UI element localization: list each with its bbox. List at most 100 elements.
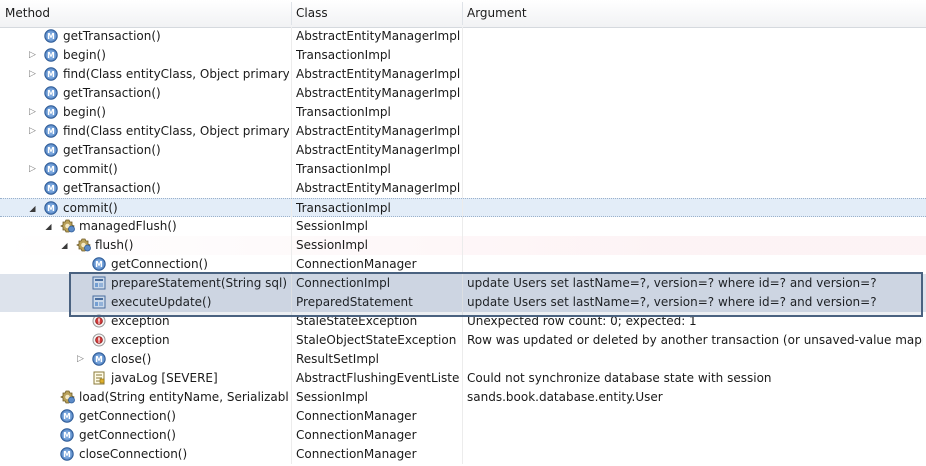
method-icon: M: [44, 86, 58, 100]
method-icon: M: [44, 162, 58, 176]
method-cell: getTransaction(): [63, 181, 161, 195]
cell-divider: [462, 199, 463, 218]
cell-divider: [462, 217, 463, 236]
tree-row[interactable]: ▷ Mbegin() TransactionImpl: [0, 46, 926, 65]
method-cell: javaLog [SEVERE]: [111, 371, 218, 385]
cell-divider: [462, 236, 463, 255]
cell-divider: [291, 179, 292, 198]
tree-row[interactable]: ▷ Mcommit() TransactionImpl: [0, 160, 926, 179]
svg-text:M: M: [47, 204, 54, 213]
highlight-box: [69, 272, 923, 317]
gear-method-icon: [60, 390, 75, 404]
cell-divider: [462, 84, 463, 103]
cell-divider: [462, 426, 463, 445]
class-cell: ConnectionManager: [296, 447, 417, 461]
tree-row[interactable]: MgetTransaction() AbstractEntityManagerIm…: [0, 141, 926, 160]
cell-divider: [462, 388, 463, 407]
argument-cell: [467, 199, 923, 218]
svg-text:M: M: [63, 412, 70, 421]
tree-row[interactable]: ◢ flush() SessionImpl: [0, 236, 926, 255]
column-header-class[interactable]: Class: [291, 0, 462, 27]
method-cell: begin(): [63, 48, 106, 62]
cell-divider: [462, 350, 463, 369]
cell-divider: [291, 122, 292, 141]
cell-divider: [462, 331, 463, 350]
tree-row[interactable]: ▷ Mfind(Class entityClass, Object primary…: [0, 122, 926, 141]
method-icon: M: [92, 257, 106, 271]
collapse-arrow-icon[interactable]: ▷: [28, 51, 37, 60]
method-icon: M: [44, 29, 58, 43]
method-cell: getConnection(): [79, 409, 176, 423]
tree-row[interactable]: ◢ managedFlush() SessionImpl: [0, 217, 926, 236]
log-icon: [92, 371, 106, 385]
tree-row[interactable]: MgetTransaction() AbstractEntityManagerIm…: [0, 84, 926, 103]
tree-row[interactable]: javaLog [SEVERE] AbstractFlushingEventLis…: [0, 369, 926, 388]
expand-arrow-icon[interactable]: ◢: [28, 204, 37, 213]
class-cell: AbstractFlushingEventListen…: [296, 371, 460, 385]
collapse-arrow-icon[interactable]: ▷: [28, 108, 37, 117]
cell-divider: [291, 160, 292, 179]
column-header-method[interactable]: Method: [0, 0, 291, 27]
tree-row[interactable]: MgetConnection() ConnectionManager: [0, 407, 926, 426]
argument-cell: [467, 445, 923, 464]
method-cell: closeConnection(): [79, 447, 188, 461]
tree-row[interactable]: ▷ Mfind(Class entityClass, Object primary…: [0, 65, 926, 84]
argument-cell: [467, 27, 923, 46]
cell-divider: [291, 65, 292, 84]
cell-divider: [291, 46, 292, 65]
tree-row[interactable]: McloseConnection() ConnectionManager: [0, 445, 926, 464]
class-cell: TransactionImpl: [296, 48, 391, 62]
tree-row[interactable]: ▷ Mbegin() TransactionImpl: [0, 103, 926, 122]
collapse-arrow-icon[interactable]: ▷: [28, 70, 37, 79]
tree-row[interactable]: MgetTransaction() AbstractEntityManagerIm…: [0, 179, 926, 198]
method-cell: getTransaction(): [63, 86, 161, 100]
method-icon: M: [92, 352, 106, 366]
class-cell: TransactionImpl: [296, 105, 391, 119]
argument-cell: [467, 84, 923, 103]
svg-text:M: M: [47, 70, 54, 79]
column-header-argument[interactable]: Argument: [462, 0, 926, 27]
svg-text:M: M: [63, 450, 70, 459]
argument-cell: [467, 236, 923, 255]
tree-row[interactable]: MgetTransaction() AbstractEntityManagerIm…: [0, 27, 926, 46]
collapse-arrow-icon[interactable]: ▷: [76, 355, 85, 364]
argument-cell: [467, 46, 923, 65]
argument-cell: [467, 179, 923, 198]
class-cell: AbstractEntityManagerImpl: [296, 86, 460, 100]
tree-row[interactable]: load(String entityName, Serializable id)…: [0, 388, 926, 407]
method-cell: getConnection(): [79, 428, 176, 442]
svg-text:M: M: [63, 431, 70, 440]
tree-row[interactable]: exception StaleObjectStateException Row wa…: [0, 331, 926, 350]
exception-icon: [92, 333, 106, 347]
cell-divider: [291, 350, 292, 369]
tree-row[interactable]: ▷ Mclose() ResultSetImpl: [0, 350, 926, 369]
cell-divider: [291, 331, 292, 350]
cell-divider: [291, 369, 292, 388]
class-cell: ConnectionManager: [296, 409, 417, 423]
cell-divider: [462, 65, 463, 84]
collapse-arrow-icon[interactable]: ▷: [28, 127, 37, 136]
method-cell: getTransaction(): [63, 29, 161, 43]
cell-divider: [462, 27, 463, 46]
tree-row[interactable]: MgetConnection() ConnectionManager: [0, 426, 926, 445]
cell-divider: [291, 217, 292, 236]
cell-divider: [462, 179, 463, 198]
method-icon: M: [60, 409, 74, 423]
class-cell: SessionImpl: [296, 238, 368, 252]
collapse-arrow-icon[interactable]: ▷: [28, 165, 37, 174]
cell-divider: [462, 407, 463, 426]
tree-row[interactable]: ◢ Mcommit() TransactionImpl: [0, 198, 926, 218]
argument-cell: [467, 103, 923, 122]
method-icon: M: [44, 67, 58, 81]
expand-arrow-icon[interactable]: ◢: [60, 241, 69, 250]
method-cell: find(Class entityClass, Object primaryKe…: [63, 124, 289, 138]
table-header: Method Class Argument: [0, 0, 926, 28]
cell-divider: [462, 369, 463, 388]
argument-cell: [467, 426, 923, 445]
method-cell: begin(): [63, 105, 106, 119]
expand-arrow-icon[interactable]: ◢: [44, 222, 53, 231]
method-cell: getTransaction(): [63, 143, 161, 157]
argument-cell: sands.book.database.entity.User: [467, 390, 663, 404]
method-icon: M: [44, 143, 58, 157]
argument-cell: Could not synchronize database state wit…: [467, 371, 772, 385]
